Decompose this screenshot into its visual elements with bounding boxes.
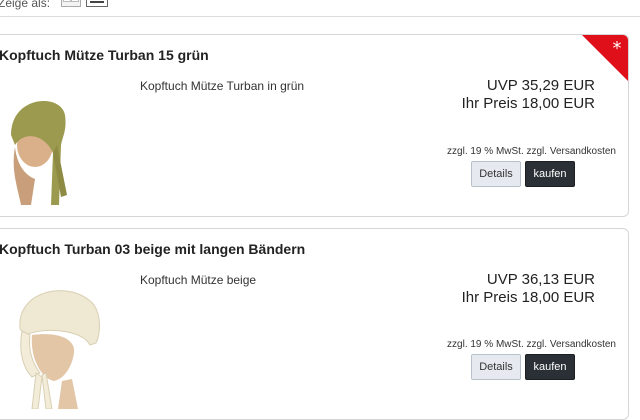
sale-badge-icon: * [582,35,628,81]
list-view-icon[interactable] [86,0,108,7]
buy-button[interactable]: kaufen [525,354,575,380]
view-mode-label: Zeige als: [0,0,51,10]
product-card: Kopftuch Mütze Turban 15 grün Kopftuch M… [0,34,629,217]
view-toolbar: Zeige als: • • • [0,0,640,16]
grid-view-icon[interactable] [61,0,81,7]
details-button[interactable]: Details [471,354,521,380]
product-title[interactable]: Kopftuch Mütze Turban 15 grün [0,47,209,63]
product-title[interactable]: Kopftuch Turban 03 beige mit langen Bänd… [0,241,305,257]
tax-note[interactable]: zzgl. 19 % MwSt. zzgl. Versandkosten [447,146,616,157]
product-card: Kopftuch Turban 03 beige mit langen Bänd… [0,228,629,420]
product-image[interactable] [0,269,105,409]
uvp-price: UVP 35,29 EUR [486,77,595,94]
details-button[interactable]: Details [471,161,521,187]
sale-price: Ihr Preis 18,00 EUR [461,95,595,112]
product-image[interactable] [1,75,73,215]
uvp-price: UVP 36,13 EUR [486,271,595,288]
price-block: UVP 36,13 EUR Ihr Preis 18,00 EUR [415,271,595,307]
sort-options[interactable]: • • • [524,0,610,5]
sale-price: Ihr Preis 18,00 EUR [461,289,595,306]
product-description: Kopftuch Mütze Turban in grün [140,79,305,93]
product-description: Kopftuch Mütze beige [140,273,257,287]
sale-badge-symbol: * [613,38,622,59]
divider [0,16,640,17]
buy-button[interactable]: kaufen [525,161,575,187]
tax-note[interactable]: zzgl. 19 % MwSt. zzgl. Versandkosten [447,339,616,350]
price-block: UVP 35,29 EUR Ihr Preis 18,00 EUR [415,77,595,113]
